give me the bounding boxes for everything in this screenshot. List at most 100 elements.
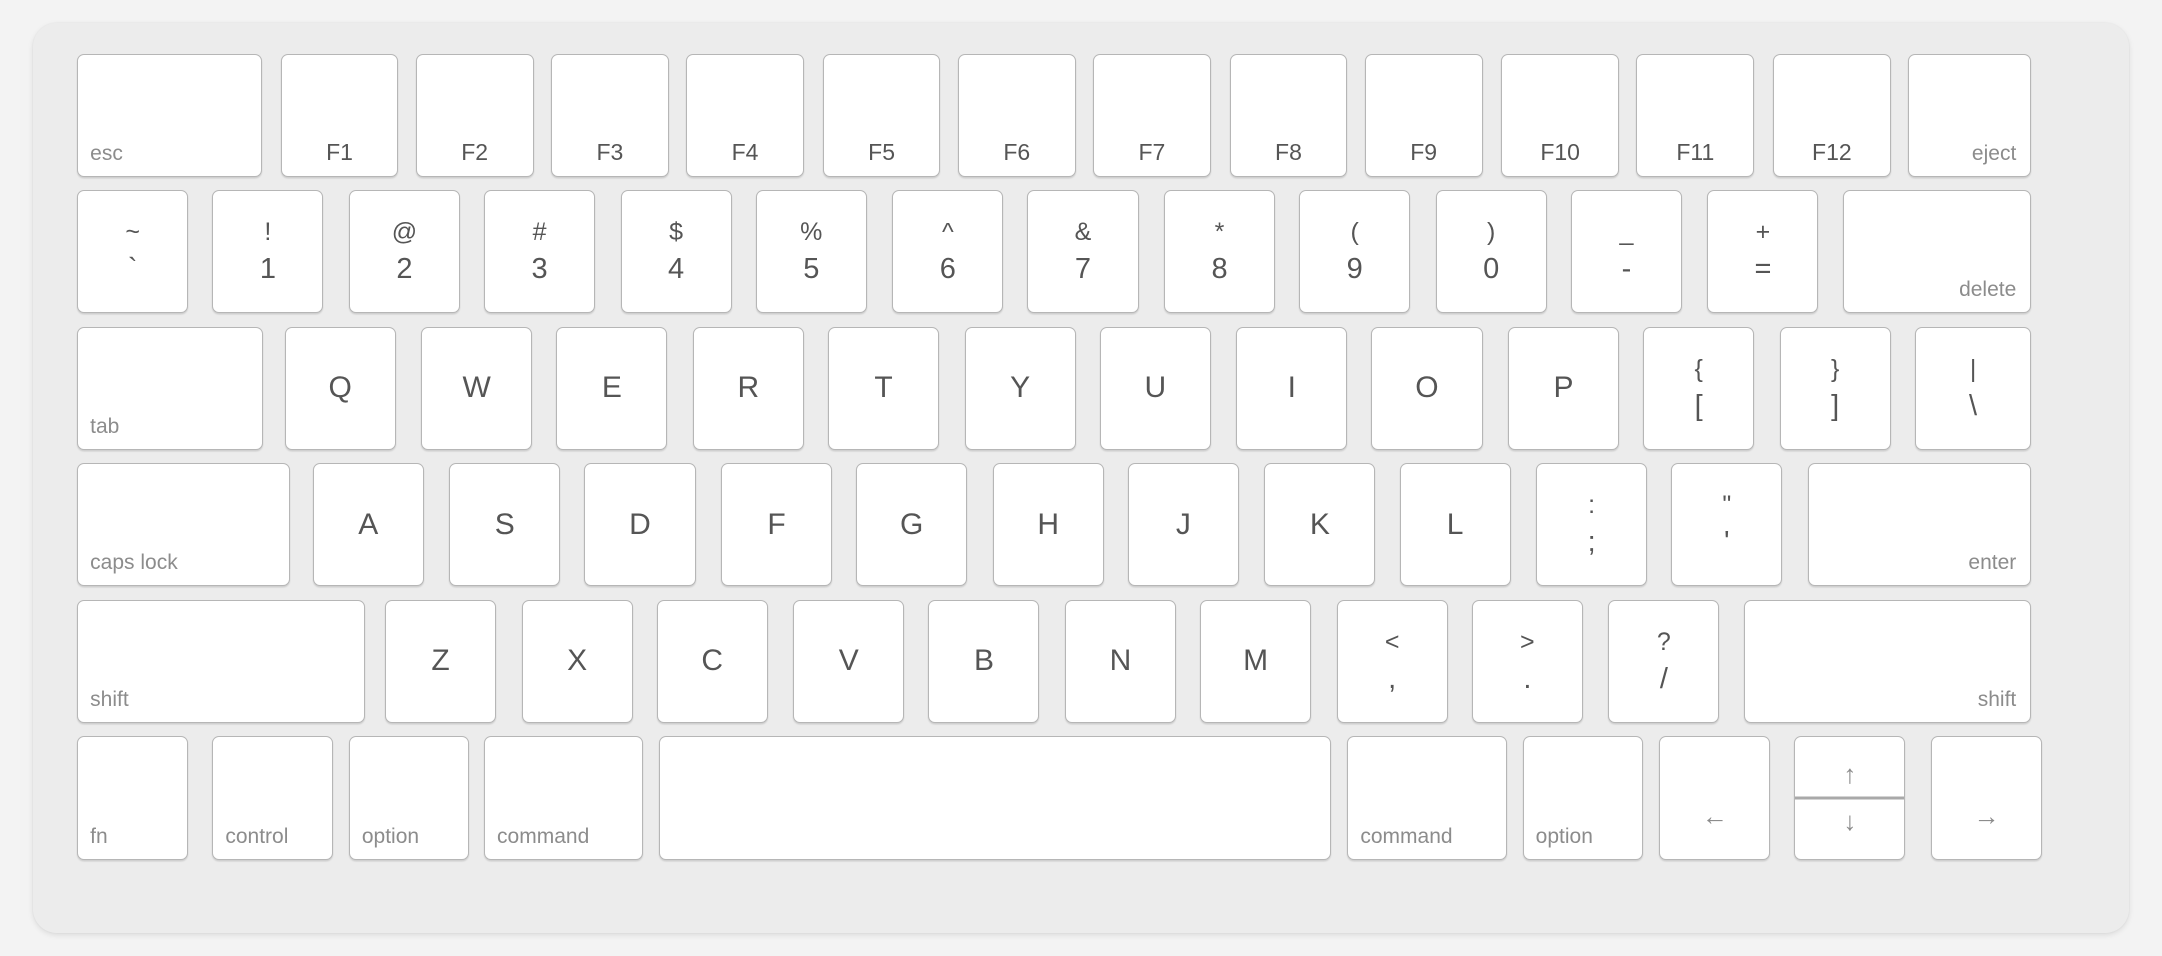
key-esc[interactable]: esc <box>77 53 262 177</box>
key-backquote[interactable]: ~ ` <box>77 190 189 314</box>
key-glyph: W <box>462 371 491 405</box>
key-label: caps lock <box>90 551 178 575</box>
key-caps-lock[interactable]: caps lock <box>77 463 290 587</box>
key-key-d[interactable]: D <box>584 463 696 587</box>
arrow-glyph: ← <box>1701 801 1728 832</box>
key-digit-4[interactable]: $4 <box>620 190 732 314</box>
key-period[interactable]: >. <box>1471 599 1583 723</box>
key-eject[interactable]: eject <box>1908 53 2032 177</box>
key-digit-5[interactable]: % 5 <box>755 190 867 314</box>
key-key-s[interactable]: S <box>449 463 561 587</box>
key-fn[interactable]: fn <box>77 736 189 860</box>
key-digit-9[interactable]: (9 <box>1299 190 1411 314</box>
key-space[interactable] <box>659 736 1332 860</box>
key-f2[interactable]: F2 <box>415 53 534 177</box>
key-digit-3[interactable]: #3 <box>484 190 596 314</box>
key-tab[interactable]: tab <box>77 326 264 450</box>
key-f8[interactable]: F8 <box>1229 53 1348 177</box>
key-digit-1[interactable]: ! 1 <box>212 190 324 314</box>
key-bracketleft[interactable]: {[ <box>1643 326 1755 450</box>
key-option-right[interactable]: option <box>1522 736 1644 860</box>
key-delete[interactable]: delete <box>1842 190 2032 314</box>
key-arrow-left[interactable]: ← <box>1659 736 1771 860</box>
key-key-o[interactable]: O <box>1371 326 1483 450</box>
key-slash[interactable]: ? / <box>1608 599 1720 723</box>
key-dual-labels: @2 <box>350 191 459 312</box>
key-key-j[interactable]: J <box>1127 463 1239 587</box>
key-semicolon[interactable]: :; <box>1536 463 1648 587</box>
key-key-e[interactable]: E <box>556 326 668 450</box>
key-digit-6[interactable]: ^ 6 <box>892 190 1004 314</box>
key-digit-0[interactable]: ) 0 <box>1435 190 1547 314</box>
key-key-b[interactable]: B <box>928 599 1040 723</box>
key-equal[interactable]: + = <box>1707 190 1819 314</box>
key-key-l[interactable]: L <box>1399 463 1511 587</box>
key-enter[interactable]: enter <box>1807 463 2032 587</box>
key-glyph: F <box>767 507 786 541</box>
key-arrow-updown[interactable]: ↑ ↓ <box>1794 736 1906 860</box>
key-key-w[interactable]: W <box>421 326 533 450</box>
key-dual-labels: % 5 <box>757 191 866 312</box>
key-upper-glyph: ) <box>1487 218 1496 247</box>
key-key-p[interactable]: P <box>1507 326 1620 450</box>
key-command-right[interactable]: command <box>1347 736 1507 860</box>
arrow-down-glyph[interactable]: ↓ <box>1795 808 1904 834</box>
key-arrow-right[interactable]: → <box>1930 736 2042 860</box>
key-command-left[interactable]: command <box>484 736 644 860</box>
key-f3[interactable]: F3 <box>550 53 669 177</box>
key-key-a[interactable]: A <box>312 463 424 587</box>
key-f6[interactable]: F6 <box>957 53 1076 177</box>
key-label: F7 <box>1138 138 1166 165</box>
key-glyph: S <box>494 507 515 541</box>
key-dual-labels: ! 1 <box>213 191 322 312</box>
key-key-m[interactable]: M <box>1200 599 1312 723</box>
key-f11[interactable]: F11 <box>1636 53 1755 177</box>
key-f4[interactable]: F4 <box>686 53 804 177</box>
key-key-t[interactable]: T <box>828 326 940 450</box>
key-f1[interactable]: F1 <box>280 53 399 177</box>
key-lower-glyph: [ <box>1694 389 1703 422</box>
key-key-y[interactable]: Y <box>964 326 1076 450</box>
key-minus[interactable]: _ - <box>1570 190 1682 314</box>
key-dual-labels: ? / <box>1609 601 1718 722</box>
key-lower-glyph: 3 <box>531 253 548 286</box>
key-lower-glyph: ' <box>1724 526 1730 559</box>
key-key-c[interactable]: C <box>656 599 768 723</box>
key-option-left[interactable]: option <box>348 736 470 860</box>
key-key-i[interactable]: I <box>1236 326 1348 450</box>
key-key-r[interactable]: R <box>692 326 804 450</box>
key-dual-labels: <, <box>1338 601 1447 722</box>
key-label: enter <box>1968 551 2017 575</box>
key-key-k[interactable]: K <box>1264 463 1376 587</box>
key-key-z[interactable]: Z <box>385 599 497 723</box>
key-control[interactable]: control <box>212 736 333 860</box>
key-f12[interactable]: F12 <box>1772 53 1891 177</box>
arrow-up-glyph[interactable]: ↑ <box>1795 761 1904 787</box>
key-lower-glyph: 6 <box>939 253 956 286</box>
key-key-g[interactable]: G <box>856 463 968 587</box>
key-key-h[interactable]: H <box>992 463 1104 587</box>
key-dual-labels: _ - <box>1572 191 1681 312</box>
key-f10[interactable]: F10 <box>1501 53 1620 177</box>
key-digit-8[interactable]: * 8 <box>1163 190 1276 314</box>
key-digit-2[interactable]: @2 <box>348 190 460 314</box>
key-bracketright[interactable]: }] <box>1779 326 1891 450</box>
key-comma[interactable]: <, <box>1336 599 1448 723</box>
key-f5[interactable]: F5 <box>822 53 941 177</box>
key-label: F5 <box>868 138 895 165</box>
key-key-f[interactable]: F <box>720 463 833 587</box>
key-lower-glyph: \ <box>1969 389 1978 422</box>
key-glyph: X <box>567 644 588 678</box>
key-quote[interactable]: " ' <box>1671 463 1783 587</box>
key-f9[interactable]: F9 <box>1364 53 1483 177</box>
key-key-q[interactable]: Q <box>284 326 396 450</box>
key-digit-7[interactable]: & 7 <box>1027 190 1139 314</box>
key-f7[interactable]: F7 <box>1093 53 1211 177</box>
key-key-n[interactable]: N <box>1064 599 1177 723</box>
key-key-v[interactable]: V <box>793 599 905 723</box>
key-shift-left[interactable]: shift <box>77 599 365 723</box>
key-key-u[interactable]: U <box>1099 326 1211 450</box>
key-shift-right[interactable]: shift <box>1743 599 2032 723</box>
key-key-x[interactable]: X <box>521 599 633 723</box>
key-backslash[interactable]: | \ <box>1914 326 2032 450</box>
